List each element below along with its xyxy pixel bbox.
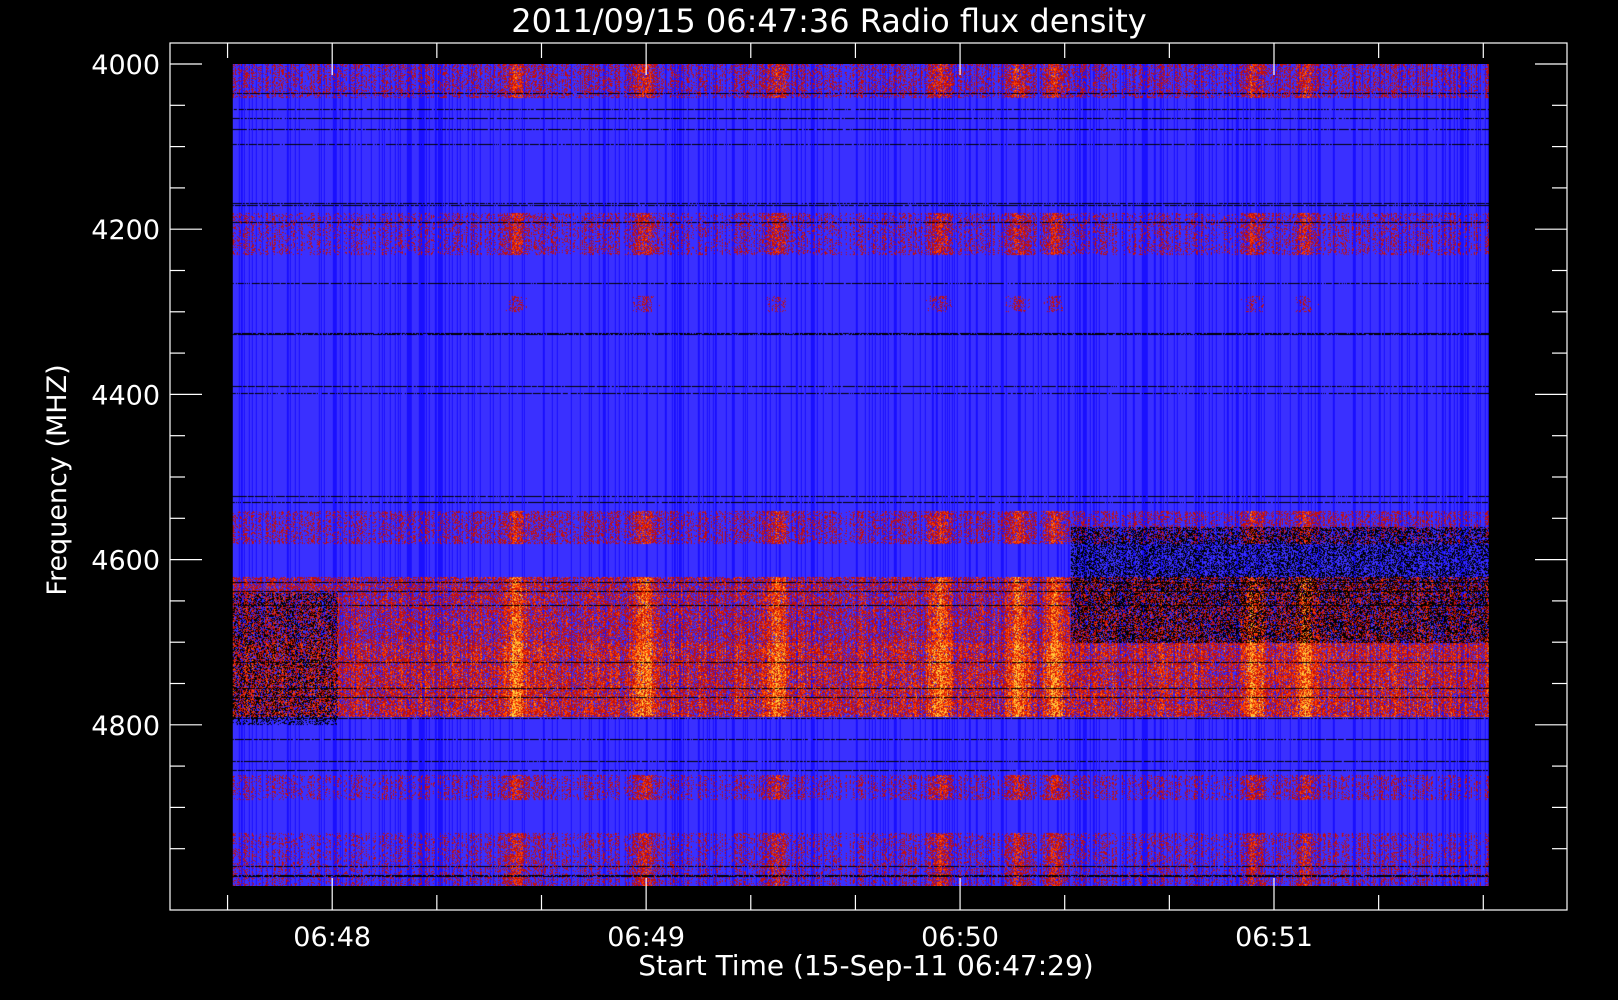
- y-tick-label: 4000: [91, 50, 160, 81]
- y-axis-label: Frequency (MHZ): [42, 364, 73, 595]
- x-axis-label: Start Time (15-Sep-11 06:47:29): [638, 949, 1093, 982]
- y-tick-label: 4400: [91, 380, 160, 411]
- radio-spectrogram-chart: 40004200440046004800 06:48 06:49 06:50 06:5…: [0, 0, 1618, 1000]
- heatmap-cells: [232, 64, 1489, 886]
- y-tick-label: 4600: [91, 546, 160, 577]
- x-tick-label: 06:51: [1235, 922, 1313, 953]
- spectrogram-heatmap: [232, 64, 1489, 886]
- y-tick-label: 4200: [91, 215, 160, 246]
- chart-title: 2011/09/15 06:47:36 Radio flux density: [511, 2, 1146, 40]
- y-tick-label: 4800: [91, 711, 160, 742]
- x-tick-label: 06:48: [293, 922, 371, 953]
